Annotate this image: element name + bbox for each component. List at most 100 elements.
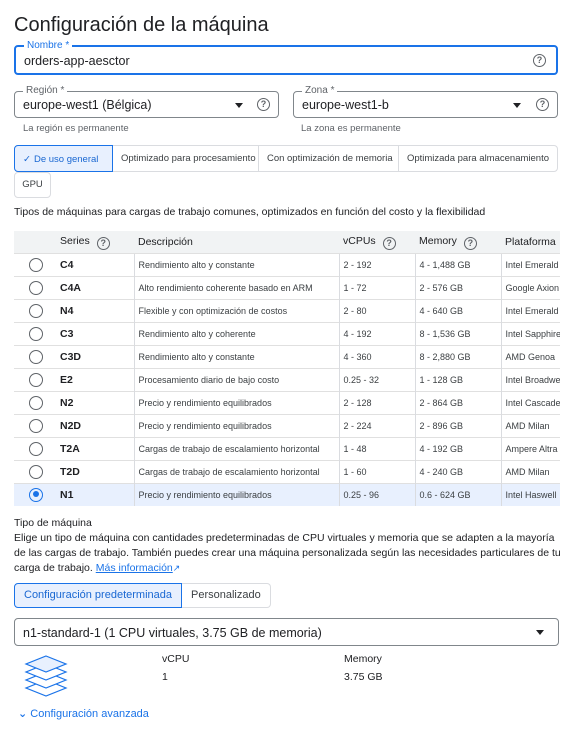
series-series-cell: T2A	[60, 442, 80, 455]
series-series-cell: C3D	[60, 350, 82, 363]
series-vcpus-cell: 4 - 192	[343, 328, 372, 339]
help-icon[interactable]: ?	[533, 54, 546, 67]
series-vcpus-cell: 1 - 72	[343, 282, 367, 293]
memory-value: 3.75 GB	[344, 671, 383, 683]
series-description-cell: Precio y rendimiento equilibrados	[138, 489, 272, 500]
region-select[interactable]: Región * europe-west1 (Bélgica) ?	[14, 85, 279, 118]
series-description-cell: Rendimiento alto y constante	[138, 351, 255, 362]
series-vcpus-cell: 2 - 224	[343, 420, 372, 431]
tab-gpu[interactable]: GPU	[14, 172, 51, 198]
external-link-icon: ↗	[172, 563, 181, 573]
series-description-cell: Rendimiento alto y constante	[138, 259, 255, 270]
series-description-cell: Alto rendimiento coherente basado en ARM	[138, 282, 313, 293]
table-row[interactable]: N1 Precio y rendimiento equilibrados 0.25 …	[14, 482, 560, 506]
vcpu-label: vCPU	[162, 653, 190, 665]
series-memory-cell: 1 - 128 GB	[419, 374, 464, 385]
table-row[interactable]: N2 Precio y rendimiento equilibrados 2 - 1…	[14, 390, 560, 414]
series-vcpus-cell: 1 - 60	[343, 466, 367, 477]
table-row[interactable]: N2D Precio y rendimiento equilibrados 2 - …	[14, 413, 560, 437]
series-platform-cell: Google Axion	[505, 282, 560, 293]
series-radio[interactable]	[29, 326, 43, 341]
series-memory-cell: 2 - 576 GB	[419, 282, 464, 293]
machine-type-title: Tipo de máquina	[14, 517, 92, 529]
series-radio[interactable]	[29, 372, 43, 387]
machine-type-value: n1-standard-1 (1 CPU virtuales, 3.75 GB …	[23, 626, 322, 640]
table-row[interactable]: C3D Rendimiento alto y constante 4 - 360 8 …	[14, 344, 560, 368]
series-memory-cell: 4 - 240 GB	[419, 466, 464, 477]
description-header: Descripción	[134, 231, 339, 253]
series-vcpus-cell: 0.25 - 32	[343, 374, 380, 385]
region-label: Región *	[23, 85, 68, 97]
family-description: Tipos de máquinas para cargas de trabajo…	[14, 206, 486, 218]
series-platform-cell: Intel Sapphire Rapids	[505, 328, 561, 339]
series-radio[interactable]	[29, 349, 43, 364]
series-platform-cell: Intel Haswell	[505, 489, 557, 500]
table-row[interactable]: E2 Procesamiento diario de bajo costo 0.25…	[14, 367, 561, 391]
machine-type-mode: Configuración predeterminada Personaliza…	[14, 583, 271, 608]
memory-header: Memory	[419, 235, 457, 248]
machine-type-select[interactable]: n1-standard-1 (1 CPU virtuales, 3.75 GB …	[14, 618, 559, 646]
series-platform-cell: Ampere Altra	[505, 443, 558, 454]
series-series-cell: T2D	[60, 465, 80, 478]
help-icon[interactable]: ?	[96, 237, 110, 251]
series-radio[interactable]	[29, 464, 43, 479]
series-series-cell: C4A	[60, 281, 82, 294]
page-title: Configuración de la máquina	[14, 14, 269, 36]
series-description-cell: Procesamiento diario de bajo costo	[138, 374, 280, 385]
tab-memory-optimized[interactable]: Con optimización de memoria	[259, 146, 399, 171]
zone-value: europe-west1-b	[302, 98, 389, 112]
series-description-cell: Cargas de trabajo de escalamiento horizo…	[138, 443, 320, 454]
preset-config-button[interactable]: Configuración predeterminada	[14, 583, 182, 608]
series-description-cell: Precio y rendimiento equilibrados	[138, 397, 272, 408]
series-memory-cell: 2 - 896 GB	[419, 420, 464, 431]
advanced-config-toggle[interactable]: ⌄ Configuración avanzada	[18, 707, 149, 720]
series-platform-cell: Intel Emerald Rapids	[505, 305, 561, 316]
series-radio[interactable]	[29, 418, 43, 433]
series-radio[interactable]	[29, 441, 43, 456]
table-row[interactable]: C4 Rendimiento alto y constante 2 - 192 4 -…	[14, 252, 561, 276]
series-platform-cell: AMD Genoa	[505, 351, 556, 362]
name-field-label: Nombre *	[24, 40, 73, 52]
learn-more-link[interactable]: Más información	[96, 562, 173, 574]
series-description-cell: Cargas de trabajo de escalamiento horizo…	[138, 466, 320, 477]
tab-general-purpose[interactable]: ✓ De uso general	[14, 145, 113, 172]
table-row[interactable]: T2D Cargas de trabajo de escalamiento hor…	[14, 459, 560, 483]
series-description-cell: Precio y rendimiento equilibrados	[138, 420, 272, 431]
table-row[interactable]: N4 Flexible y con optimización de costos 2…	[14, 298, 561, 322]
help-icon[interactable]: ?	[536, 98, 549, 111]
series-platform-cell: Intel Emerald Rapids	[505, 259, 561, 270]
dropdown-arrow-icon	[536, 630, 544, 635]
zone-select[interactable]: Zona * europe-west1-b ?	[293, 85, 558, 118]
series-radio[interactable]	[29, 280, 43, 295]
table-row[interactable]: C3 Rendimiento alto y coherente 4 - 192 8 -…	[14, 321, 561, 345]
series-vcpus-cell: 2 - 192	[343, 259, 372, 270]
region-value: europe-west1 (Bélgica)	[23, 98, 152, 112]
machine-type-description: Elige un tipo de máquina con cantidades …	[14, 532, 561, 574]
series-memory-cell: 0.6 - 624 GB	[419, 489, 471, 500]
tab-storage-optimized[interactable]: Optimizada para almacenamiento	[399, 146, 557, 171]
series-radio[interactable]	[29, 303, 43, 318]
series-series-cell: N2	[60, 396, 74, 409]
series-series-cell: N2D	[60, 419, 82, 432]
series-series-cell: C3	[60, 327, 74, 340]
series-header: Series	[60, 235, 90, 248]
name-field[interactable]: Nombre * orders-app-aesctor ?	[14, 40, 558, 75]
series-radio[interactable]	[29, 487, 43, 502]
help-icon[interactable]: ?	[382, 237, 396, 251]
table-row[interactable]: T2A Cargas de trabajo de escalamiento hor…	[14, 436, 560, 460]
zone-label: Zona *	[302, 85, 338, 97]
series-platform-cell: Intel Broadwell	[505, 374, 561, 385]
series-radio[interactable]	[29, 395, 43, 410]
help-icon[interactable]: ?	[463, 237, 477, 251]
table-row[interactable]: C4A Alto rendimiento coherente basado en …	[14, 275, 560, 299]
series-platform-cell: AMD Milan	[505, 420, 550, 431]
custom-config-button[interactable]: Personalizado	[181, 583, 271, 608]
series-vcpus-cell: 2 - 80	[343, 305, 367, 316]
advanced-config-label: Configuración avanzada	[30, 708, 149, 720]
tab-compute-optimized[interactable]: Optimizado para procesamiento	[113, 146, 259, 171]
help-icon[interactable]: ?	[257, 98, 270, 111]
series-radio[interactable]	[29, 257, 43, 272]
series-memory-cell: 8 - 1,536 GB	[419, 328, 471, 339]
series-series-cell: N1	[60, 488, 74, 501]
name-input[interactable]: orders-app-aesctor	[24, 54, 130, 68]
